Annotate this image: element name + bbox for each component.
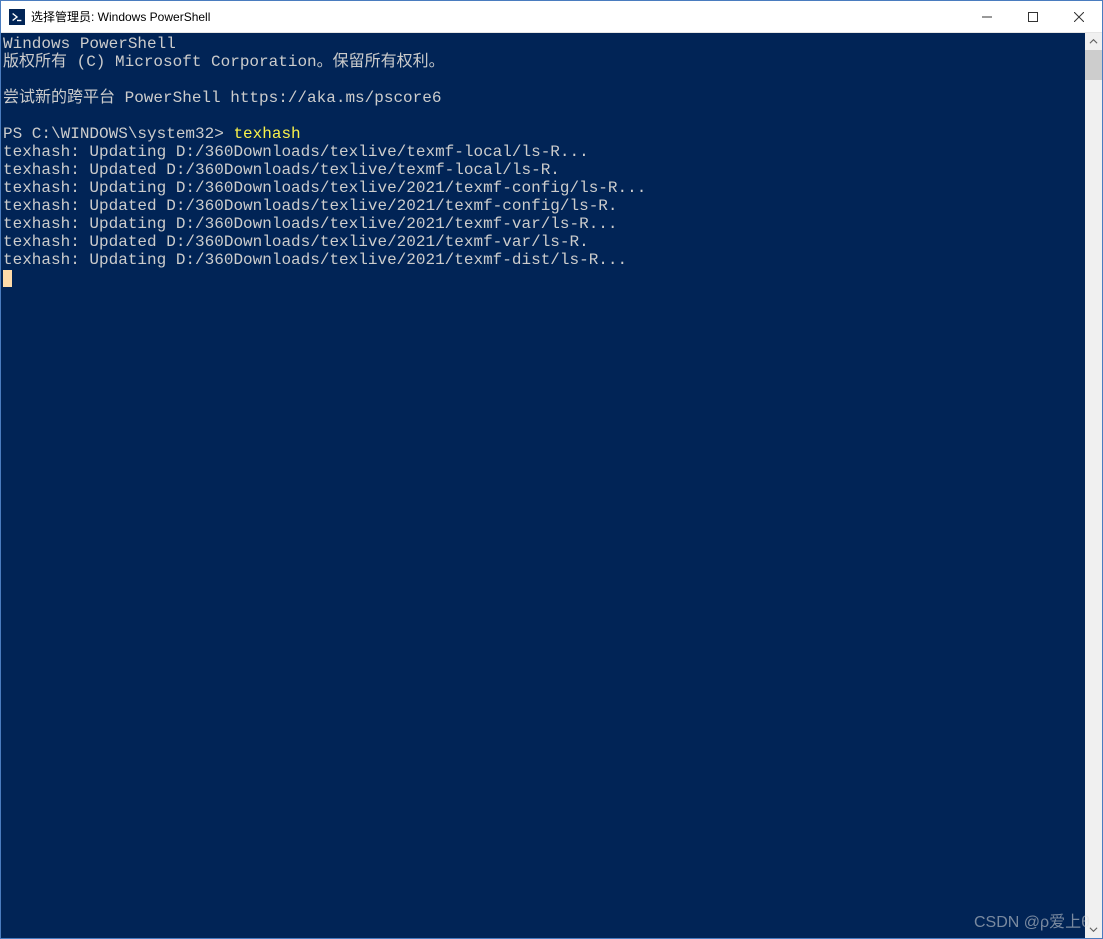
terminal-line: texhash: Updated D:/360Downloads/texlive… bbox=[3, 161, 560, 179]
client-area: Windows PowerShell 版权所有 (C) Microsoft Co… bbox=[1, 33, 1102, 938]
close-button[interactable] bbox=[1056, 1, 1102, 32]
scrollbar-thumb[interactable] bbox=[1085, 50, 1102, 80]
terminal-line: 版权所有 (C) Microsoft Corporation。保留所有权利。 bbox=[3, 53, 445, 71]
terminal-line: texhash: Updated D:/360Downloads/texlive… bbox=[3, 197, 618, 215]
vertical-scrollbar[interactable] bbox=[1085, 33, 1102, 938]
terminal-cursor bbox=[3, 270, 12, 287]
terminal-line: texhash: Updating D:/360Downloads/texliv… bbox=[3, 143, 589, 161]
maximize-button[interactable] bbox=[1010, 1, 1056, 32]
app-window: 选择管理员: Windows PowerShell Windows PowerS… bbox=[0, 0, 1103, 939]
command-text: texhash bbox=[233, 125, 300, 143]
terminal-line: texhash: Updated D:/360Downloads/texlive… bbox=[3, 233, 589, 251]
titlebar[interactable]: 选择管理员: Windows PowerShell bbox=[1, 1, 1102, 33]
powershell-icon bbox=[9, 9, 25, 25]
terminal-line: texhash: Updating D:/360Downloads/texliv… bbox=[3, 215, 618, 233]
terminal-output[interactable]: Windows PowerShell 版权所有 (C) Microsoft Co… bbox=[1, 33, 1085, 938]
window-title: 选择管理员: Windows PowerShell bbox=[31, 8, 210, 25]
prompt-text: PS C:\WINDOWS\system32> bbox=[3, 125, 233, 143]
terminal-line: Windows PowerShell bbox=[3, 35, 176, 53]
terminal-line: texhash: Updating D:/360Downloads/texliv… bbox=[3, 251, 627, 269]
minimize-button[interactable] bbox=[964, 1, 1010, 32]
terminal-line: 尝试新的跨平台 PowerShell https://aka.ms/pscore… bbox=[3, 89, 441, 107]
scroll-down-button[interactable] bbox=[1085, 921, 1102, 938]
scroll-up-button[interactable] bbox=[1085, 33, 1102, 50]
terminal-line: texhash: Updating D:/360Downloads/texliv… bbox=[3, 179, 646, 197]
scrollbar-track[interactable] bbox=[1085, 50, 1102, 921]
window-controls bbox=[964, 1, 1102, 32]
